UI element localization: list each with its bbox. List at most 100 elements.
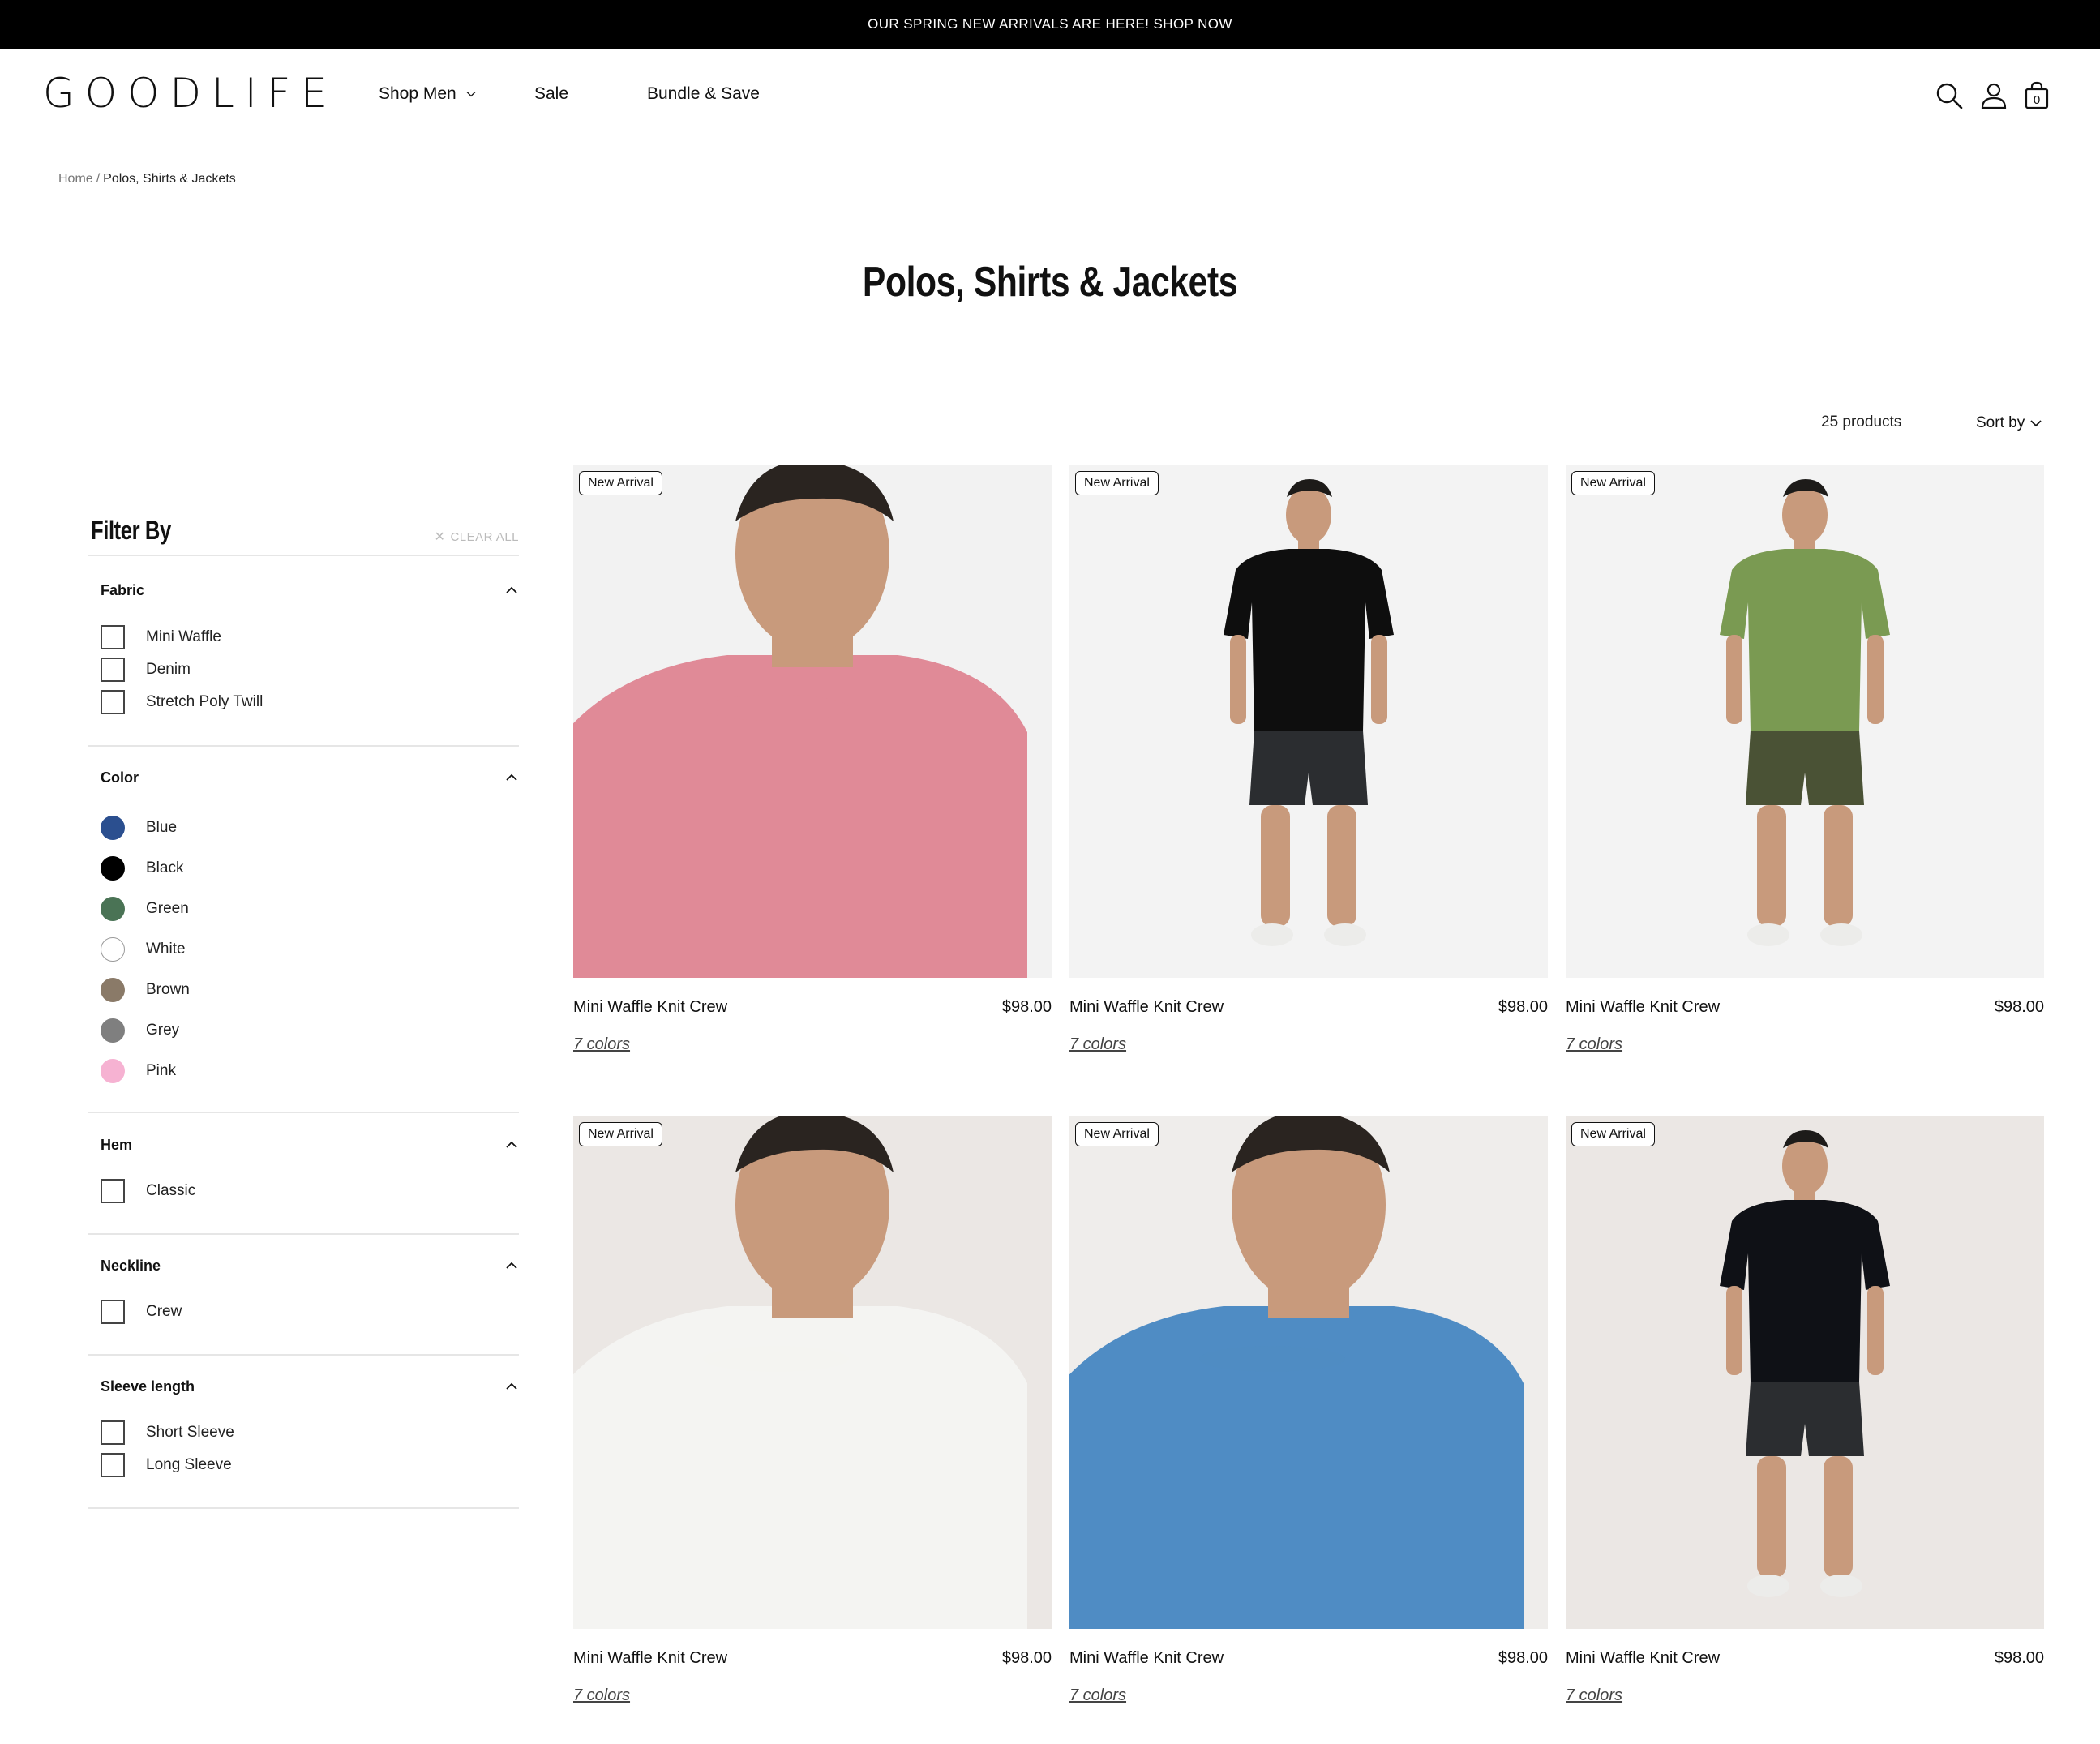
product-name[interactable]: Mini Waffle Knit Crew	[1069, 998, 1224, 1017]
chevron-down-icon	[466, 92, 476, 97]
new-arrival-badge: New Arrival	[1571, 1122, 1655, 1146]
divider	[88, 745, 519, 747]
filter-option-brown[interactable]: Brown	[101, 978, 190, 1002]
product-image[interactable]: New Arrival	[1069, 465, 1548, 978]
product-colors-link[interactable]: 7 colors	[573, 1035, 630, 1054]
option-label: Crew	[146, 1303, 182, 1320]
checkbox[interactable]	[101, 1420, 125, 1445]
filter-option-crew[interactable]: Crew	[101, 1300, 182, 1324]
cart-button[interactable]: 0	[2022, 81, 2051, 110]
product-image[interactable]: New Arrival	[573, 465, 1052, 978]
announcement-text[interactable]: OUR SPRING NEW ARRIVALS ARE HERE! SHOP N…	[868, 16, 1232, 32]
cart-count: 0	[2033, 93, 2041, 107]
color-swatch[interactable]	[101, 856, 125, 881]
filter-option-stretch-poly-twill[interactable]: Stretch Poly Twill	[101, 690, 263, 714]
product-card[interactable]: New Arrival Mini Waffle Knit Crew $98.00…	[1069, 1116, 1548, 1716]
product-name[interactable]: Mini Waffle Knit Crew	[573, 1649, 727, 1668]
checkbox[interactable]	[101, 1453, 125, 1477]
filter-header: Filter By ✕ CLEAR ALL	[88, 503, 519, 558]
product-card[interactable]: New Arrival Mini Waffle Knit Crew $98.00…	[1566, 465, 2044, 1065]
product-name[interactable]: Mini Waffle Knit Crew	[1566, 998, 1720, 1017]
product-card[interactable]: New Arrival Mini Waffle Knit Crew $98.00…	[1069, 465, 1548, 1065]
product-price: $98.00	[1001, 1649, 1052, 1667]
chevron-up-icon[interactable]	[504, 1379, 519, 1394]
checkbox[interactable]	[101, 1179, 125, 1203]
product-image[interactable]: New Arrival	[1069, 1116, 1548, 1629]
checkbox[interactable]	[101, 690, 125, 714]
checkbox[interactable]	[101, 1300, 125, 1324]
product-image[interactable]: New Arrival	[1566, 465, 2044, 978]
color-swatch[interactable]	[101, 1018, 125, 1043]
product-colors-link[interactable]: 7 colors	[1566, 1035, 1622, 1054]
product-name[interactable]: Mini Waffle Knit Crew	[1566, 1649, 1720, 1668]
filter-option-long-sleeve[interactable]: Long Sleeve	[101, 1453, 232, 1477]
breadcrumb-separator: /	[96, 172, 101, 186]
product-photo	[1069, 1116, 1548, 1629]
chevron-up-icon[interactable]	[504, 1138, 519, 1152]
announcement-bar[interactable]: OUR SPRING NEW ARRIVALS ARE HERE! SHOP N…	[0, 0, 2100, 49]
color-swatch[interactable]	[101, 897, 125, 921]
sort-by-dropdown[interactable]: Sort by	[1976, 414, 2042, 432]
filter-group-title: Hem	[101, 1137, 133, 1153]
product-name[interactable]: Mini Waffle Knit Crew	[573, 998, 727, 1017]
filter-option-white[interactable]: White	[101, 937, 186, 962]
nav-shop-men[interactable]: Shop Men	[379, 84, 476, 104]
filter-option-black[interactable]: Black	[101, 856, 183, 881]
product-price: $98.00	[1498, 1649, 1548, 1667]
nav-sale[interactable]: Sale	[534, 84, 568, 104]
option-label: Short Sleeve	[146, 1424, 234, 1441]
product-count: 25 products	[1821, 414, 1902, 431]
product-image[interactable]: New Arrival	[1566, 1116, 2044, 1629]
color-swatch[interactable]	[101, 937, 125, 962]
clear-all-button[interactable]: ✕ CLEAR ALL	[435, 529, 519, 545]
chevron-down-icon	[2030, 420, 2042, 427]
new-arrival-badge: New Arrival	[579, 471, 662, 495]
product-price: $98.00	[1994, 1649, 2044, 1667]
product-colors-link[interactable]: 7 colors	[1069, 1035, 1126, 1054]
product-colors-link[interactable]: 7 colors	[1069, 1686, 1126, 1705]
search-icon[interactable]	[1935, 81, 1964, 110]
product-photo	[1069, 465, 1548, 978]
filter-option-blue[interactable]: Blue	[101, 816, 177, 840]
product-image[interactable]: New Arrival	[573, 1116, 1052, 1629]
option-label: Pink	[146, 1062, 176, 1079]
color-swatch[interactable]	[101, 816, 125, 840]
color-swatch[interactable]	[101, 1059, 125, 1083]
checkbox[interactable]	[101, 625, 125, 649]
filter-option-green[interactable]: Green	[101, 897, 189, 921]
chevron-up-icon[interactable]	[504, 1258, 519, 1273]
filter-option-grey[interactable]: Grey	[101, 1018, 179, 1043]
checkbox[interactable]	[101, 658, 125, 682]
product-colors-link[interactable]: 7 colors	[573, 1686, 630, 1705]
breadcrumb-current: Polos, Shirts & Jackets	[103, 172, 236, 186]
product-name[interactable]: Mini Waffle Knit Crew	[1069, 1649, 1224, 1668]
new-arrival-badge: New Arrival	[1075, 471, 1159, 495]
option-label: Black	[146, 859, 184, 876]
product-card[interactable]: New Arrival Mini Waffle Knit Crew $98.00…	[573, 465, 1052, 1065]
color-swatch[interactable]	[101, 978, 125, 1002]
filter-option-classic[interactable]: Classic	[101, 1179, 195, 1203]
filter-option-mini-waffle[interactable]: Mini Waffle	[101, 625, 221, 649]
new-arrival-badge: New Arrival	[1075, 1122, 1159, 1146]
product-card[interactable]: New Arrival Mini Waffle Knit Crew $98.00…	[1566, 1116, 2044, 1716]
product-colors-link[interactable]: 7 colors	[1566, 1686, 1622, 1705]
sort-by-label: Sort by	[1976, 414, 2025, 431]
divider	[88, 555, 519, 556]
option-label: Denim	[146, 661, 191, 678]
chevron-up-icon[interactable]	[504, 583, 519, 598]
account-icon[interactable]	[1979, 81, 2008, 110]
filter-option-denim[interactable]: Denim	[101, 658, 191, 682]
divider	[88, 1354, 519, 1356]
site-header: GOODLIFE Shop Men Sale Bundle & Save 0	[0, 49, 2100, 143]
option-label: Stretch Poly Twill	[146, 693, 264, 710]
filter-title: Filter By	[91, 516, 171, 545]
filter-option-pink[interactable]: Pink	[101, 1059, 176, 1083]
chevron-up-icon[interactable]	[504, 770, 519, 785]
filter-option-short-sleeve[interactable]: Short Sleeve	[101, 1420, 234, 1445]
nav-bundle-save[interactable]: Bundle & Save	[647, 84, 760, 104]
breadcrumb-home[interactable]: Home	[58, 172, 93, 186]
product-card[interactable]: New Arrival Mini Waffle Knit Crew $98.00…	[573, 1116, 1052, 1716]
divider	[88, 1112, 519, 1113]
logo[interactable]: GOODLIFE	[43, 73, 337, 114]
breadcrumb: Home / Polos, Shirts & Jackets	[58, 172, 236, 186]
